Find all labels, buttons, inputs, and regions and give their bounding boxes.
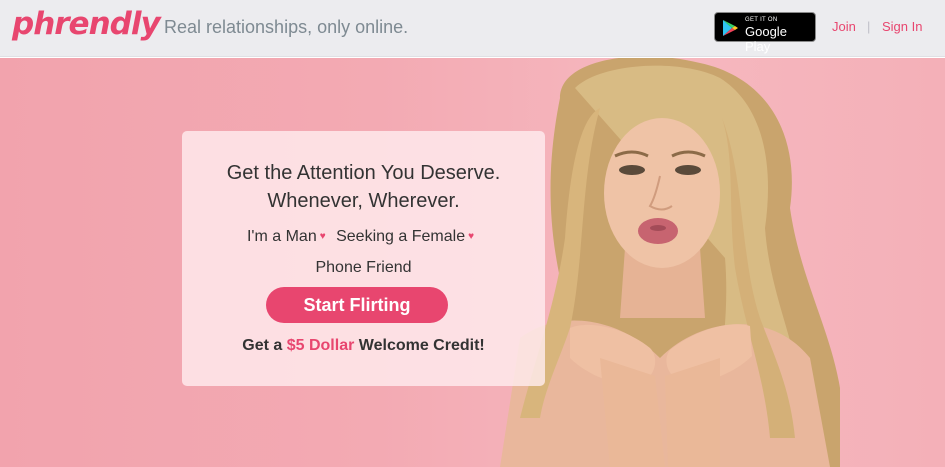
top-header: phrendly Real relationships, only online… [0,0,945,57]
welcome-credit-text: Get a $5 Dollar Welcome Credit! [182,337,545,355]
google-play-badge[interactable]: GET IT ON Google Play [714,12,816,54]
credit-amount: $5 Dollar [286,337,355,354]
credit-suffix: Welcome Credit! [358,337,485,354]
gender-select[interactable]: Man ♥ [286,228,332,245]
headline-line-1: Get the Attention You Deserve. [226,162,501,184]
seeking-value: Female [411,228,466,245]
join-link[interactable]: Join [832,19,856,34]
relationship-type[interactable]: Phone Friend [182,259,545,277]
preference-row: I'm a Man ♥ Seeking a Female ♥ [182,228,545,246]
seeking-label: Seeking a [336,228,408,245]
caret-down-icon: ♥ [468,231,475,242]
phrendly-logo[interactable]: phrendly [12,6,161,42]
tagline: Real relationships, only online. [164,17,409,37]
signup-card: Get the Attention You Deserve. Whenever,… [182,131,545,386]
hero-banner: Get the Attention You Deserve. Whenever,… [0,58,945,467]
nav-separator: | [867,19,871,34]
caret-down-icon: ♥ [319,231,326,242]
sign-in-link[interactable]: Sign In [882,19,922,34]
start-flirting-button[interactable]: Start Flirting [266,287,448,323]
headline-line-2: Whenever, Wherever. [267,190,460,212]
credit-prefix: Get a [242,337,283,354]
im-a-label: I'm a [246,228,282,245]
headline: Get the Attention You Deserve. Whenever,… [182,159,545,215]
badge-small-text: GET IT ON [745,17,778,23]
gender-value: Man [285,228,317,245]
seeking-select[interactable]: Female ♥ [412,228,480,245]
google-play-icon [723,20,738,36]
badge-big-text: Google Play [745,24,787,54]
